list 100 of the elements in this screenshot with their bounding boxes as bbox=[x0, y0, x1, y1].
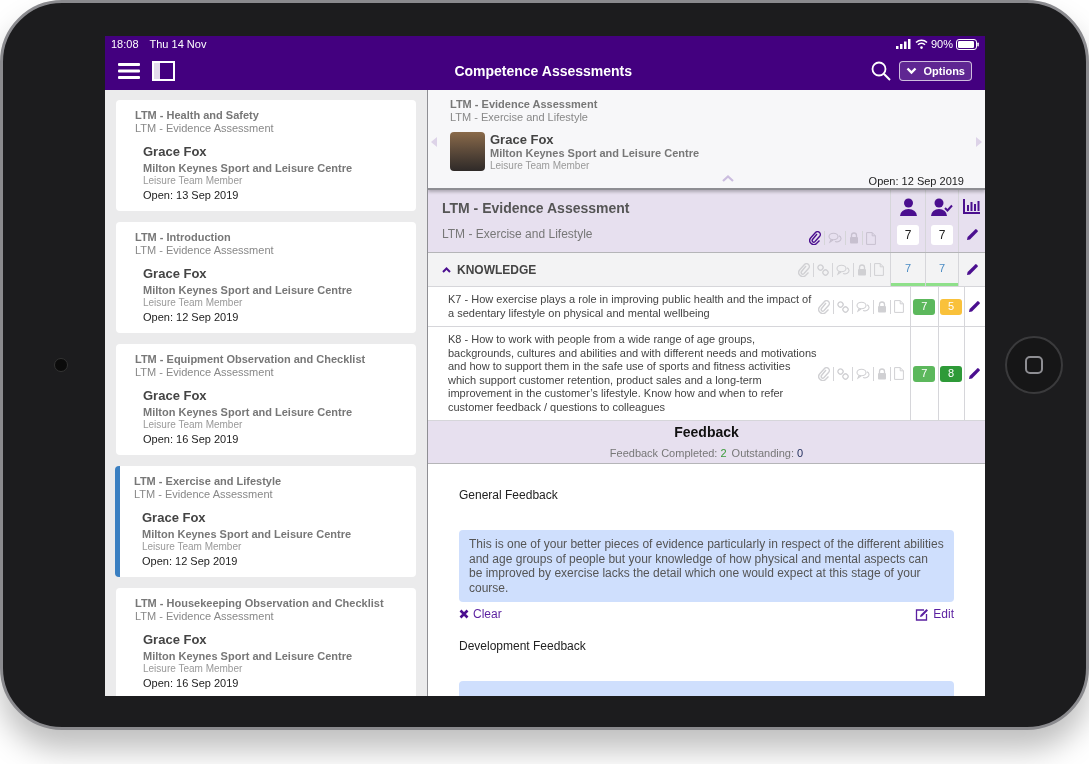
pencil-icon[interactable] bbox=[965, 228, 979, 241]
document-icon bbox=[874, 263, 884, 276]
assessment-type: LTM - Evidence Assessment bbox=[135, 244, 275, 257]
paperclip-icon bbox=[809, 231, 821, 245]
menu-icon[interactable] bbox=[118, 62, 140, 80]
document-icon bbox=[866, 231, 876, 245]
comments-icon bbox=[828, 232, 842, 244]
assessment-type: LTM - Evidence Assessment bbox=[134, 488, 274, 501]
learner-score: 7 bbox=[913, 298, 936, 315]
criterion-text: K8 - How to work with people from a wide range of age groups, backgrounds, cultures and abilities and with different needs and motivations and how to support them in the safe use of sports and fitness activities which support customer retention, product sales and a long-term improvement in the customer’s lifestyle. Know how and when to refer customer feedback / questions to colleagues bbox=[448, 333, 818, 414]
assessment-card[interactable]: LTM - Housekeeping Observation and Checklist LTM - Evidence Assessment Grace Fox Milton Keynes Sport and Leisure Centre Leisure Team Member Open: 16 Sep 2019 bbox=[116, 588, 416, 696]
signal-icon bbox=[895, 39, 911, 49]
lock-icon bbox=[849, 232, 859, 244]
document-icon bbox=[894, 300, 904, 313]
open-date: Open: 12 Sep 2019 bbox=[142, 554, 239, 568]
wifi-icon bbox=[914, 39, 928, 49]
learner-name: Grace Fox bbox=[490, 132, 555, 147]
centre-name: Milton Keynes Sport and Leisure Centre bbox=[142, 528, 352, 541]
lock-icon bbox=[877, 367, 887, 380]
paperclip-icon bbox=[798, 262, 810, 277]
unit-name: LTM - Equipment Observation and Checklist bbox=[135, 353, 367, 366]
learner-count: 7 bbox=[904, 260, 912, 276]
assessor-count: 7 bbox=[938, 260, 946, 276]
open-date: Open: 12 Sep 2019 bbox=[143, 310, 240, 324]
unit-name: LTM - Exercise and Lifestyle bbox=[450, 111, 589, 124]
learner-score: 7 bbox=[913, 365, 936, 382]
comments-icon bbox=[856, 367, 870, 380]
photo-placeholder bbox=[450, 132, 485, 171]
person-icon bbox=[899, 198, 917, 216]
section-toggle[interactable]: KNOWLEDGE bbox=[442, 260, 537, 279]
centre-name: Milton Keynes Sport and Leisure Centre bbox=[143, 284, 353, 297]
sidebar-toggle-icon[interactable] bbox=[152, 61, 175, 81]
criterion-text: K7 - How exercise plays a role in improving public health and the impact of a sedentary lifestyle on physical and mental wellbeing bbox=[448, 293, 813, 320]
learner-name: Grace Fox bbox=[142, 510, 207, 526]
assessment-type: LTM - Evidence Assessment bbox=[135, 610, 275, 623]
assessment-card[interactable]: LTM - Exercise and Lifestyle LTM - Evidence Assessment Grace Fox Milton Keynes Sport and Leisure Centre Leisure Team Member Open: 12 Sep 2019 bbox=[115, 466, 416, 577]
chevron-up-icon bbox=[442, 266, 451, 273]
open-date: Open: 12 Sep 2019 bbox=[868, 174, 964, 189]
camera-icon bbox=[54, 358, 68, 372]
search-icon[interactable] bbox=[871, 61, 892, 81]
bar-chart-icon[interactable] bbox=[963, 198, 981, 214]
assessor-count: 7 bbox=[931, 225, 953, 245]
centre-name: Milton Keynes Sport and Leisure Centre bbox=[143, 650, 353, 663]
unit-name: LTM - Health and Safety bbox=[135, 109, 260, 122]
link-icon bbox=[817, 262, 829, 277]
status-date: Thu 14 Nov bbox=[149, 36, 207, 52]
assessment-card[interactable]: LTM - Health and Safety LTM - Evidence Assessment Grace Fox Milton Keynes Sport and Leisure Centre Leisure Team Member Open: 13 Sep 2019 bbox=[116, 100, 416, 211]
unit-name: LTM - Exercise and Lifestyle bbox=[134, 475, 283, 488]
open-date: Open: 13 Sep 2019 bbox=[143, 188, 240, 202]
edit-button[interactable]: Edit bbox=[915, 605, 954, 623]
pencil-icon[interactable] bbox=[968, 300, 982, 313]
feedback-label: General Feedback bbox=[459, 487, 559, 504]
learner-name: Grace Fox bbox=[143, 266, 208, 282]
edit-icon bbox=[915, 607, 930, 621]
paperclip-icon bbox=[818, 366, 830, 381]
role-name: Leisure Team Member bbox=[490, 160, 591, 171]
role-name: Leisure Team Member bbox=[142, 541, 243, 552]
pencil-icon[interactable] bbox=[968, 367, 982, 380]
unit-name: LTM - Housekeeping Observation and Checklist bbox=[135, 597, 385, 610]
centre-name: Milton Keynes Sport and Leisure Centre bbox=[490, 147, 700, 160]
feedback-label: Development Feedback bbox=[459, 638, 587, 655]
link-icon bbox=[837, 366, 849, 381]
role-name: Leisure Team Member bbox=[143, 297, 244, 308]
lock-icon bbox=[877, 300, 887, 313]
options-button[interactable]: Options bbox=[899, 61, 972, 81]
centre-name: Milton Keynes Sport and Leisure Centre bbox=[143, 162, 353, 175]
feedback-text: This is one of your better pieces of evidence particularly in respect of the different abilities and age groups of people but your knowledge of how physical and mental aspects can be improved by exercise lacks the detail which one would expect at this stage of your course. bbox=[459, 530, 954, 602]
assessment-type: LTM - Evidence Assessment bbox=[135, 122, 275, 135]
assessment-card[interactable]: LTM - Introduction LTM - Evidence Assessment Grace Fox Milton Keynes Sport and Leisure Centre Leisure Team Member Open: 12 Sep 2019 bbox=[116, 222, 416, 333]
role-name: Leisure Team Member bbox=[143, 663, 244, 674]
assessment-type: LTM - Evidence Assessment bbox=[450, 98, 599, 111]
learner-name: Grace Fox bbox=[143, 144, 208, 160]
status-time: 18:08 bbox=[111, 36, 139, 52]
assessment-title: LTM - Evidence Assessment bbox=[442, 199, 631, 218]
role-name: Leisure Team Member bbox=[143, 175, 244, 186]
chevron-down-icon bbox=[906, 67, 918, 75]
battery-percent: 90% bbox=[930, 36, 953, 52]
open-date: Open: 16 Sep 2019 bbox=[143, 432, 240, 446]
learner-name: Grace Fox bbox=[143, 632, 208, 648]
feedback-completed: Feedback Completed: 2 bbox=[609, 446, 727, 462]
comments-icon bbox=[856, 300, 870, 313]
assessor-score: 5 bbox=[940, 298, 963, 315]
learner-count: 7 bbox=[897, 225, 919, 245]
comments-icon bbox=[836, 263, 850, 276]
centre-name: Milton Keynes Sport and Leisure Centre bbox=[143, 406, 353, 419]
pencil-icon[interactable] bbox=[965, 263, 979, 276]
assessment-card[interactable]: LTM - Equipment Observation and Checklist LTM - Evidence Assessment Grace Fox Milton Keynes Sport and Leisure Centre Leisure Team Member Open: 16 Sep 2019 bbox=[116, 344, 416, 455]
paperclip-icon bbox=[818, 299, 830, 314]
person-check-icon bbox=[931, 198, 953, 216]
feedback-outstanding: Outstanding: 0 bbox=[731, 446, 804, 462]
screen-title: Competence Assessments bbox=[454, 61, 633, 81]
lock-icon bbox=[857, 263, 867, 276]
close-icon bbox=[459, 609, 469, 619]
feedback-title: Feedback bbox=[674, 423, 739, 443]
clear-button[interactable]: Clear bbox=[459, 605, 502, 623]
link-icon bbox=[837, 299, 849, 314]
battery-icon bbox=[956, 38, 979, 50]
learner-name: Grace Fox bbox=[143, 388, 208, 404]
assessor-score: 8 bbox=[940, 365, 963, 382]
assessment-type: LTM - Evidence Assessment bbox=[135, 366, 275, 379]
